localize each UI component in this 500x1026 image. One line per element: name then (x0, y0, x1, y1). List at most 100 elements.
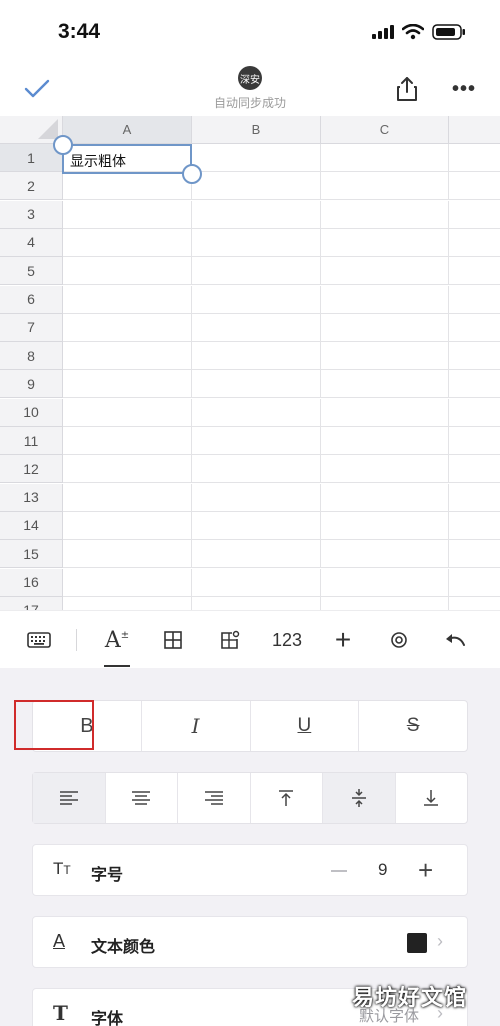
table-cell[interactable] (63, 540, 192, 569)
table-cell[interactable] (321, 257, 449, 286)
row-header-17[interactable]: 17 (0, 596, 63, 610)
decrease-size-button[interactable] (331, 870, 347, 872)
table-cell[interactable] (192, 568, 321, 597)
table-cell[interactable] (449, 370, 500, 399)
row-header-13[interactable]: 13 (0, 483, 63, 512)
table-cell[interactable] (63, 285, 192, 314)
table-cell[interactable] (192, 257, 321, 286)
avatar[interactable]: 深安 (238, 66, 262, 90)
table-cell[interactable] (449, 540, 500, 569)
table-cell[interactable] (63, 511, 192, 540)
table-cell[interactable] (192, 540, 321, 569)
row-header-3[interactable]: 3 (0, 200, 63, 229)
row-header-15[interactable]: 15 (0, 540, 63, 569)
table-cell[interactable] (321, 511, 449, 540)
row-header-5[interactable]: 5 (0, 257, 63, 286)
table-cell[interactable] (321, 313, 449, 342)
table-cell[interactable] (192, 511, 321, 540)
table-cell[interactable] (321, 285, 449, 314)
table-cell[interactable] (449, 314, 500, 342)
table-cell[interactable] (192, 455, 321, 484)
number-format-button[interactable]: 123 (270, 625, 304, 655)
align-bottom-button[interactable] (396, 773, 468, 823)
selection-handle-bottom-right[interactable] (182, 164, 202, 184)
table-cell[interactable] (321, 427, 449, 455)
table-cell[interactable] (321, 144, 449, 172)
table-cell[interactable] (63, 427, 192, 455)
table-cell[interactable] (192, 483, 321, 512)
table-cell[interactable] (63, 200, 192, 229)
table-cell[interactable] (192, 370, 321, 399)
cell-a1-text[interactable]: 显示粗体 (70, 151, 126, 171)
table-cell[interactable] (63, 172, 192, 201)
table-cell[interactable] (63, 455, 192, 484)
table-cell[interactable] (321, 342, 449, 371)
table-cell[interactable] (449, 342, 500, 371)
row-header-16[interactable]: 16 (0, 568, 63, 597)
table-cell[interactable] (192, 285, 321, 314)
plus-icon[interactable]: + (330, 624, 356, 655)
table-cell[interactable] (63, 370, 192, 399)
undo-icon[interactable] (442, 625, 468, 655)
table-cell[interactable] (449, 512, 500, 540)
table-cell[interactable] (192, 427, 321, 455)
table-cell[interactable] (449, 455, 500, 484)
align-left-button[interactable] (33, 773, 106, 823)
underline-button[interactable]: U (251, 701, 360, 751)
table-cell[interactable] (192, 144, 321, 172)
table-cell[interactable] (449, 229, 500, 257)
table-cell[interactable] (449, 286, 500, 314)
table-cell[interactable] (321, 228, 449, 257)
share-icon[interactable] (396, 76, 418, 102)
table-cell[interactable] (449, 257, 500, 286)
table-cell[interactable] (449, 172, 500, 201)
table-cell[interactable] (321, 172, 449, 201)
align-top-button[interactable] (251, 773, 323, 823)
table-cell[interactable] (63, 568, 192, 597)
row-header-7[interactable]: 7 (0, 313, 63, 342)
table-cell[interactable] (63, 483, 192, 512)
selection-handle-top-left[interactable] (53, 135, 73, 155)
insert-cell-icon[interactable] (217, 625, 243, 655)
table-cell[interactable] (321, 455, 449, 484)
table-cell[interactable] (321, 540, 449, 569)
table-cell[interactable] (192, 342, 321, 371)
table-cell[interactable] (63, 596, 192, 610)
row-header-4[interactable]: 4 (0, 228, 63, 257)
column-header-c[interactable]: C (321, 116, 449, 144)
align-right-button[interactable] (178, 773, 251, 823)
table-cell[interactable] (192, 398, 321, 427)
row-header-6[interactable]: 6 (0, 285, 63, 314)
row-header-14[interactable]: 14 (0, 511, 63, 540)
table-cell[interactable] (321, 398, 449, 427)
table-cell[interactable] (63, 313, 192, 342)
table-cell[interactable] (449, 569, 500, 597)
table-cell[interactable] (449, 597, 500, 610)
table-cell[interactable] (192, 228, 321, 257)
increase-size-button[interactable]: + (418, 856, 433, 884)
table-cell[interactable] (449, 484, 500, 512)
column-header-b[interactable]: B (192, 116, 321, 144)
row-header-2[interactable]: 2 (0, 172, 63, 201)
table-cell[interactable] (63, 398, 192, 427)
table-cell[interactable] (321, 483, 449, 512)
table-cell[interactable] (63, 257, 192, 286)
table-cell[interactable] (449, 201, 500, 229)
strikethrough-button[interactable]: S (359, 701, 467, 751)
italic-button[interactable]: I (142, 701, 251, 751)
table-cell[interactable] (449, 427, 500, 455)
table-cell[interactable] (449, 399, 500, 427)
table-cell[interactable] (321, 596, 449, 610)
spreadsheet-grid[interactable]: A B C 1234567891011121314151617 (0, 116, 500, 610)
align-middle-button[interactable] (323, 773, 396, 823)
row-header-8[interactable]: 8 (0, 342, 63, 371)
text-color-row[interactable]: A 文本颜色 › (32, 916, 468, 968)
table-cell[interactable] (192, 596, 321, 610)
keyboard-icon[interactable] (24, 625, 54, 655)
table-cell[interactable] (63, 228, 192, 257)
row-header-12[interactable]: 12 (0, 455, 63, 484)
more-options-icon[interactable]: ••• (452, 78, 476, 101)
table-cell[interactable] (321, 568, 449, 597)
table-cell[interactable] (449, 144, 500, 172)
row-header-10[interactable]: 10 (0, 398, 63, 427)
